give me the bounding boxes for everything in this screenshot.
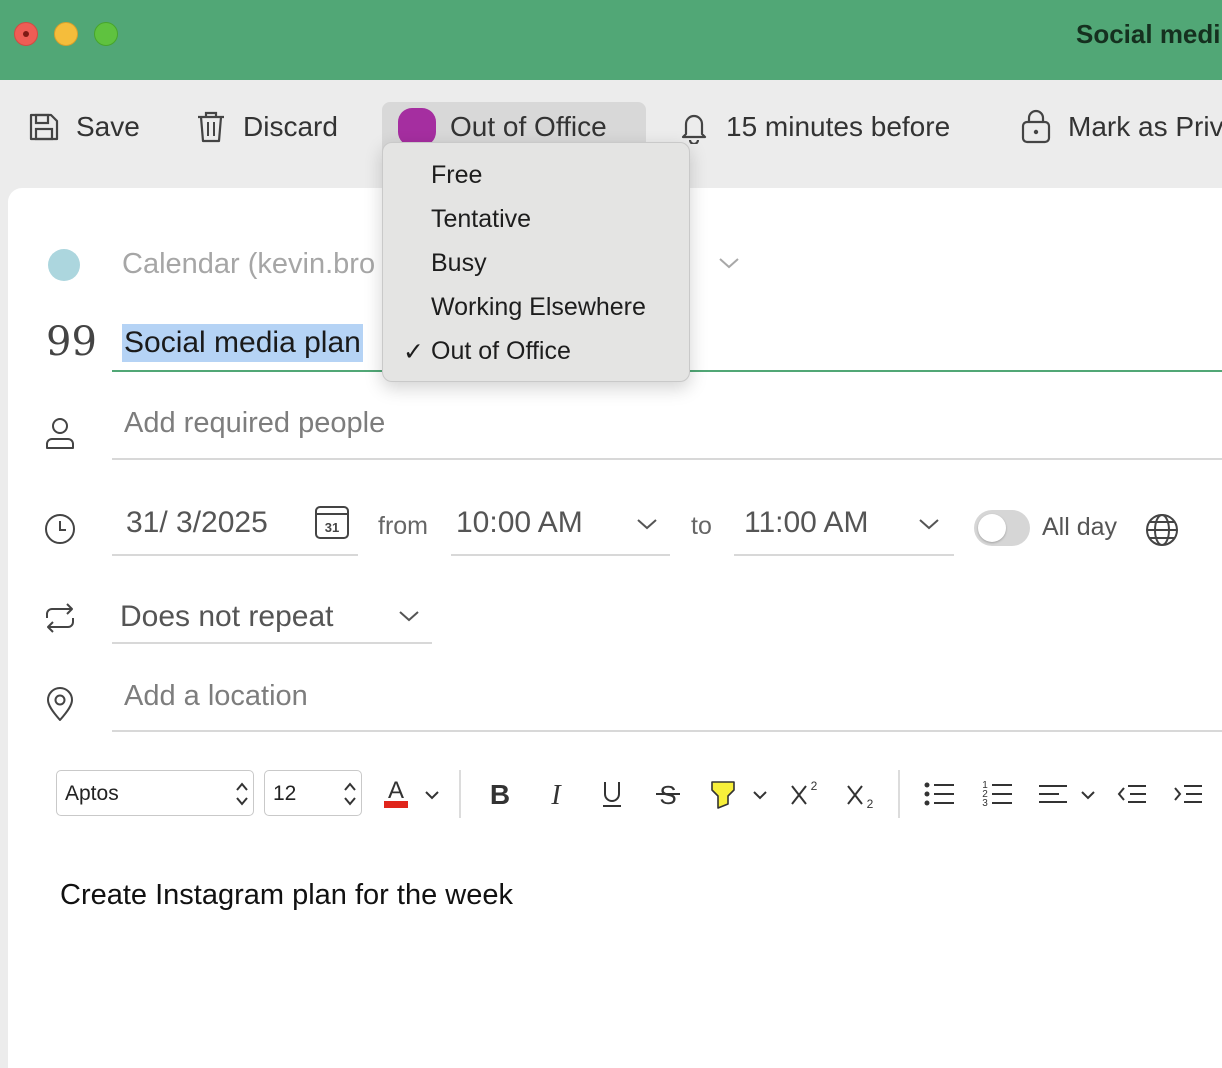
discard-label: Discard bbox=[243, 111, 338, 142]
repeat-select[interactable]: Does not repeat bbox=[120, 600, 333, 634]
person-icon bbox=[44, 416, 76, 457]
reminder-button[interactable]: 15 minutes before bbox=[678, 102, 950, 152]
italic-icon[interactable]: I bbox=[542, 776, 570, 817]
status-label: Out of Office bbox=[450, 111, 607, 142]
svg-text:2: 2 bbox=[867, 797, 874, 811]
status-color-swatch bbox=[398, 108, 436, 146]
bullet-list-icon[interactable] bbox=[922, 776, 956, 817]
decrease-indent-icon[interactable] bbox=[1116, 776, 1148, 817]
chevron-down-icon[interactable] bbox=[424, 788, 440, 806]
trash-icon bbox=[195, 110, 227, 144]
bold-icon[interactable]: B bbox=[486, 776, 514, 817]
font-color-icon[interactable]: A bbox=[382, 776, 410, 817]
end-time-underline bbox=[734, 554, 954, 556]
location-input[interactable]: Add a location bbox=[124, 680, 308, 713]
title-bar: Social medi bbox=[0, 0, 1222, 80]
all-day-label: All day bbox=[1042, 513, 1118, 541]
required-people-input[interactable]: Add required people bbox=[124, 407, 385, 440]
save-icon bbox=[28, 111, 60, 143]
increase-indent-icon[interactable] bbox=[1172, 776, 1204, 817]
menu-item-free[interactable]: Free bbox=[431, 161, 482, 190]
from-label: from bbox=[378, 512, 428, 540]
calendar-picker-icon[interactable]: 31 bbox=[314, 504, 350, 545]
bell-icon bbox=[678, 110, 710, 144]
chevron-down-icon[interactable] bbox=[398, 609, 420, 628]
strikethrough-icon[interactable]: S bbox=[654, 776, 682, 817]
reminder-label: 15 minutes before bbox=[726, 111, 951, 142]
save-label: Save bbox=[76, 111, 140, 142]
chevron-down-icon[interactable] bbox=[636, 517, 658, 536]
subscript-icon[interactable]: 2 bbox=[844, 776, 876, 817]
repeat-underline bbox=[112, 642, 432, 644]
stepper-arrows-icon bbox=[235, 781, 249, 812]
calendar-select[interactable]: Calendar (kevin.bro bbox=[122, 248, 384, 281]
start-time-underline bbox=[451, 554, 670, 556]
mark-private-label: Mark as Priv bbox=[1068, 111, 1222, 142]
people-underline bbox=[112, 458, 1222, 460]
superscript-icon[interactable]: 2 bbox=[788, 776, 820, 817]
highlighter-icon[interactable] bbox=[708, 776, 738, 817]
font-size-select[interactable]: 12 bbox=[264, 770, 362, 816]
globe-icon[interactable] bbox=[1144, 512, 1180, 553]
font-family-value: Aptos bbox=[65, 782, 119, 805]
close-window-button[interactable] bbox=[14, 22, 38, 46]
event-title-input[interactable]: Social media plan bbox=[122, 324, 363, 362]
save-button[interactable]: Save bbox=[28, 102, 140, 152]
svg-text:2: 2 bbox=[811, 779, 818, 793]
menu-item-out-of-office[interactable]: Out of Office bbox=[431, 337, 571, 366]
calendar-day-number: 31 bbox=[325, 520, 339, 535]
toolbar-divider bbox=[459, 770, 461, 818]
discard-button[interactable]: Discard bbox=[195, 102, 338, 152]
all-day-toggle[interactable] bbox=[974, 510, 1030, 546]
menu-item-busy[interactable]: Busy bbox=[431, 249, 487, 278]
checkmark-icon: ✓ bbox=[403, 338, 424, 366]
svg-text:3: 3 bbox=[982, 798, 988, 809]
date-underline bbox=[112, 554, 358, 556]
chevron-down-icon[interactable] bbox=[918, 517, 940, 536]
svg-text:A: A bbox=[388, 777, 404, 804]
calendar-color-dot bbox=[48, 249, 80, 281]
minimize-window-button[interactable] bbox=[54, 22, 78, 46]
event-body-text[interactable]: Create Instagram plan for the week bbox=[60, 879, 513, 912]
mark-private-button[interactable]: Mark as Priv bbox=[1020, 102, 1222, 152]
chevron-down-icon[interactable] bbox=[1080, 788, 1096, 806]
start-date-input[interactable]: 31/ 3/2025 bbox=[126, 506, 268, 540]
font-family-select[interactable]: Aptos bbox=[56, 770, 254, 816]
quote-icon: 99 bbox=[46, 319, 97, 365]
chevron-down-icon[interactable] bbox=[718, 256, 740, 275]
font-size-value: 12 bbox=[273, 782, 297, 805]
svg-text:B: B bbox=[490, 779, 510, 810]
window-title: Social medi bbox=[1076, 19, 1221, 49]
chevron-down-icon[interactable] bbox=[752, 788, 768, 806]
location-underline bbox=[112, 730, 1222, 732]
to-label: to bbox=[691, 512, 712, 540]
align-icon[interactable] bbox=[1036, 776, 1070, 817]
menu-item-tentative[interactable]: Tentative bbox=[431, 205, 531, 234]
numbered-list-icon[interactable]: 123 bbox=[980, 776, 1014, 817]
underline-icon[interactable] bbox=[598, 776, 626, 817]
toolbar-divider bbox=[898, 770, 900, 818]
menu-item-working-elsewhere[interactable]: Working Elsewhere bbox=[431, 293, 646, 322]
clock-icon bbox=[44, 513, 76, 550]
start-time-select[interactable]: 10:00 AM bbox=[456, 506, 583, 540]
location-pin-icon bbox=[44, 686, 76, 727]
show-as-status-menu: Free Tentative Busy Working Elsewhere ✓ … bbox=[382, 142, 690, 382]
repeat-icon bbox=[43, 602, 77, 639]
end-time-select[interactable]: 11:00 AM bbox=[744, 506, 869, 540]
svg-text:I: I bbox=[550, 780, 562, 811]
lock-icon bbox=[1020, 109, 1052, 145]
maximize-window-button[interactable] bbox=[94, 22, 118, 46]
stepper-arrows-icon bbox=[343, 781, 357, 812]
